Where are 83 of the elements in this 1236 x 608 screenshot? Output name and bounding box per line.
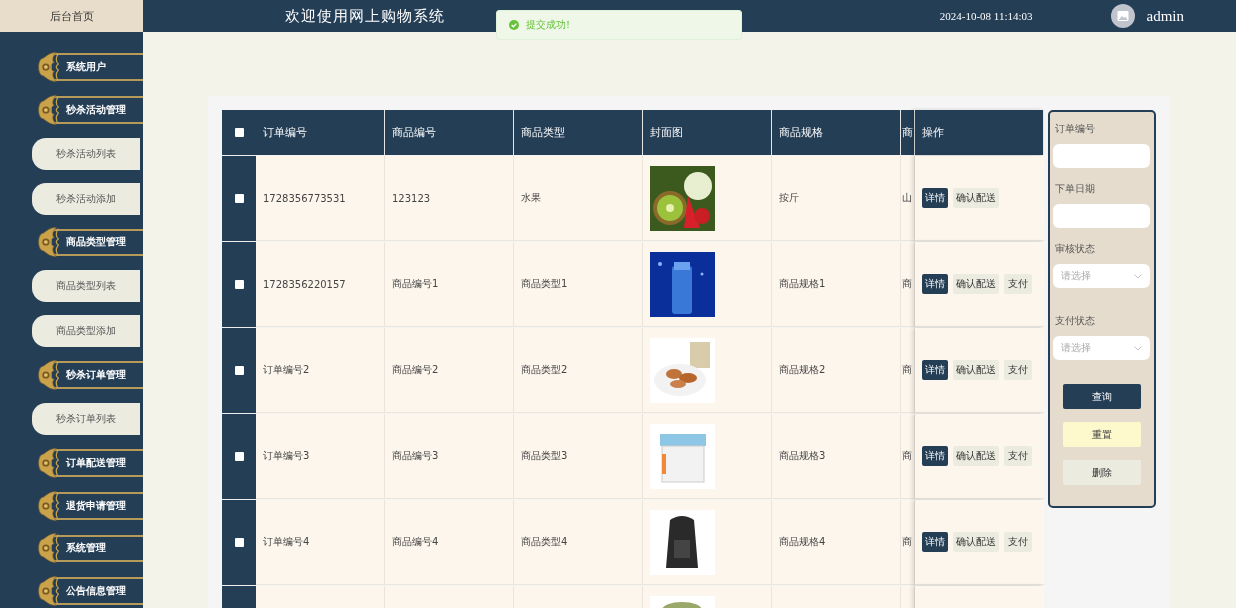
table-cell: 商: [901, 242, 915, 327]
column-header: 封面图: [643, 110, 772, 155]
action-button[interactable]: 确认配送: [953, 274, 999, 294]
ornament-icon: [38, 51, 60, 82]
table-cell: 1728356773531: [256, 156, 385, 241]
table-cell: 订单编号3: [256, 414, 385, 499]
ornament-icon: [38, 227, 60, 258]
ornament-icon: [38, 94, 60, 125]
table-cell: 1728356220157: [256, 242, 385, 327]
column-header: 订单编号: [256, 110, 385, 155]
details-button[interactable]: 详情: [922, 274, 948, 294]
details-button[interactable]: 详情: [922, 360, 948, 380]
details-button[interactable]: 详情: [922, 188, 948, 208]
table-cell: 山: [901, 156, 915, 241]
check-icon: [509, 20, 519, 30]
input-field[interactable]: [1053, 144, 1150, 168]
avatar-icon[interactable]: [1110, 4, 1135, 28]
menu-item[interactable]: 秒杀活动添加: [32, 182, 140, 215]
column-header: 商: [901, 110, 915, 155]
username[interactable]: admin: [1146, 7, 1184, 25]
action-button[interactable]: 支付: [1004, 274, 1032, 294]
table-cell: 水果: [514, 156, 643, 241]
column-header: 商品编号: [385, 110, 514, 155]
success-toast: 提交成功!: [496, 10, 742, 40]
ornament-icon: [38, 490, 60, 521]
details-button[interactable]: 详情: [922, 446, 948, 466]
row-checkbox[interactable]: [234, 452, 244, 461]
table-cell: 商: [901, 414, 915, 499]
menu-item[interactable]: 秒杀活动列表: [32, 137, 140, 170]
action-button[interactable]: 支付: [1004, 360, 1032, 380]
row-checkbox[interactable]: [234, 538, 244, 547]
field-label: 支付状态: [1055, 314, 1096, 328]
action-button[interactable]: 确认配送: [953, 188, 999, 208]
details-button[interactable]: 详情: [922, 532, 948, 552]
action-button[interactable]: 确认配送: [953, 446, 999, 466]
search-button[interactable]: 查询: [1062, 384, 1141, 409]
datetime: 2024-10-08 11:14:03: [939, 10, 1033, 22]
select-all-checkbox[interactable]: [234, 128, 244, 137]
table-cell: 商品规格4: [772, 500, 901, 585]
table-cell: 按斤: [772, 156, 901, 241]
table-cell: 订单编号2: [256, 328, 385, 413]
field-label: 下单日期: [1055, 182, 1096, 196]
action-button[interactable]: 确认配送: [953, 360, 999, 380]
ornament-icon: [38, 360, 60, 391]
menu-item[interactable]: 商品类型添加: [32, 315, 140, 348]
column-header: 操作: [915, 110, 1044, 155]
field-label: 审核状态: [1055, 242, 1096, 256]
table-cell: 123123: [385, 156, 514, 241]
table-cell: 订单编号4: [256, 500, 385, 585]
table-cell: 商品类型2: [514, 328, 643, 413]
table-cell: 商品规格2: [772, 328, 901, 413]
column-header: 商品类型: [514, 110, 643, 155]
chevron-down-icon: [1134, 273, 1142, 279]
table-cell: 商: [901, 500, 915, 585]
reset-button[interactable]: 重置: [1062, 422, 1141, 447]
site-title: 欢迎使用网上购物系统: [285, 6, 445, 26]
table-cell: 商品类型3: [514, 414, 643, 499]
action-button[interactable]: 确认配送: [953, 532, 999, 552]
table-cell: 商品规格1: [772, 242, 901, 327]
table-cell: 商品类型1: [514, 242, 643, 327]
menu-item[interactable]: 秒杀订单列表: [32, 403, 140, 435]
chevron-down-icon: [1134, 345, 1142, 351]
row-checkbox[interactable]: [234, 280, 244, 289]
action-button[interactable]: 支付: [1004, 446, 1032, 466]
menu-item[interactable]: 商品类型列表: [32, 270, 140, 303]
table-cell: 商: [901, 328, 915, 413]
table-cell: 商品规格3: [772, 414, 901, 499]
ornament-icon: [38, 447, 60, 478]
input-field[interactable]: [1053, 204, 1150, 228]
ornament-icon: [38, 576, 60, 607]
ornament-icon: [38, 533, 60, 564]
table-cell: 商品编号1: [385, 242, 514, 327]
column-header: 商品规格: [772, 110, 901, 155]
row-checkbox[interactable]: [234, 366, 244, 375]
delete-button[interactable]: 删除: [1062, 460, 1141, 485]
table-cell: 商品编号3: [385, 414, 514, 499]
field-label: 订单编号: [1055, 122, 1096, 136]
home-tab[interactable]: 后台首页: [0, 0, 143, 32]
row-checkbox[interactable]: [234, 194, 244, 203]
table-cell: 商品编号2: [385, 328, 514, 413]
table-cell: 商品类型4: [514, 500, 643, 585]
table-cell: 商品编号4: [385, 500, 514, 585]
action-button[interactable]: 支付: [1004, 532, 1032, 552]
